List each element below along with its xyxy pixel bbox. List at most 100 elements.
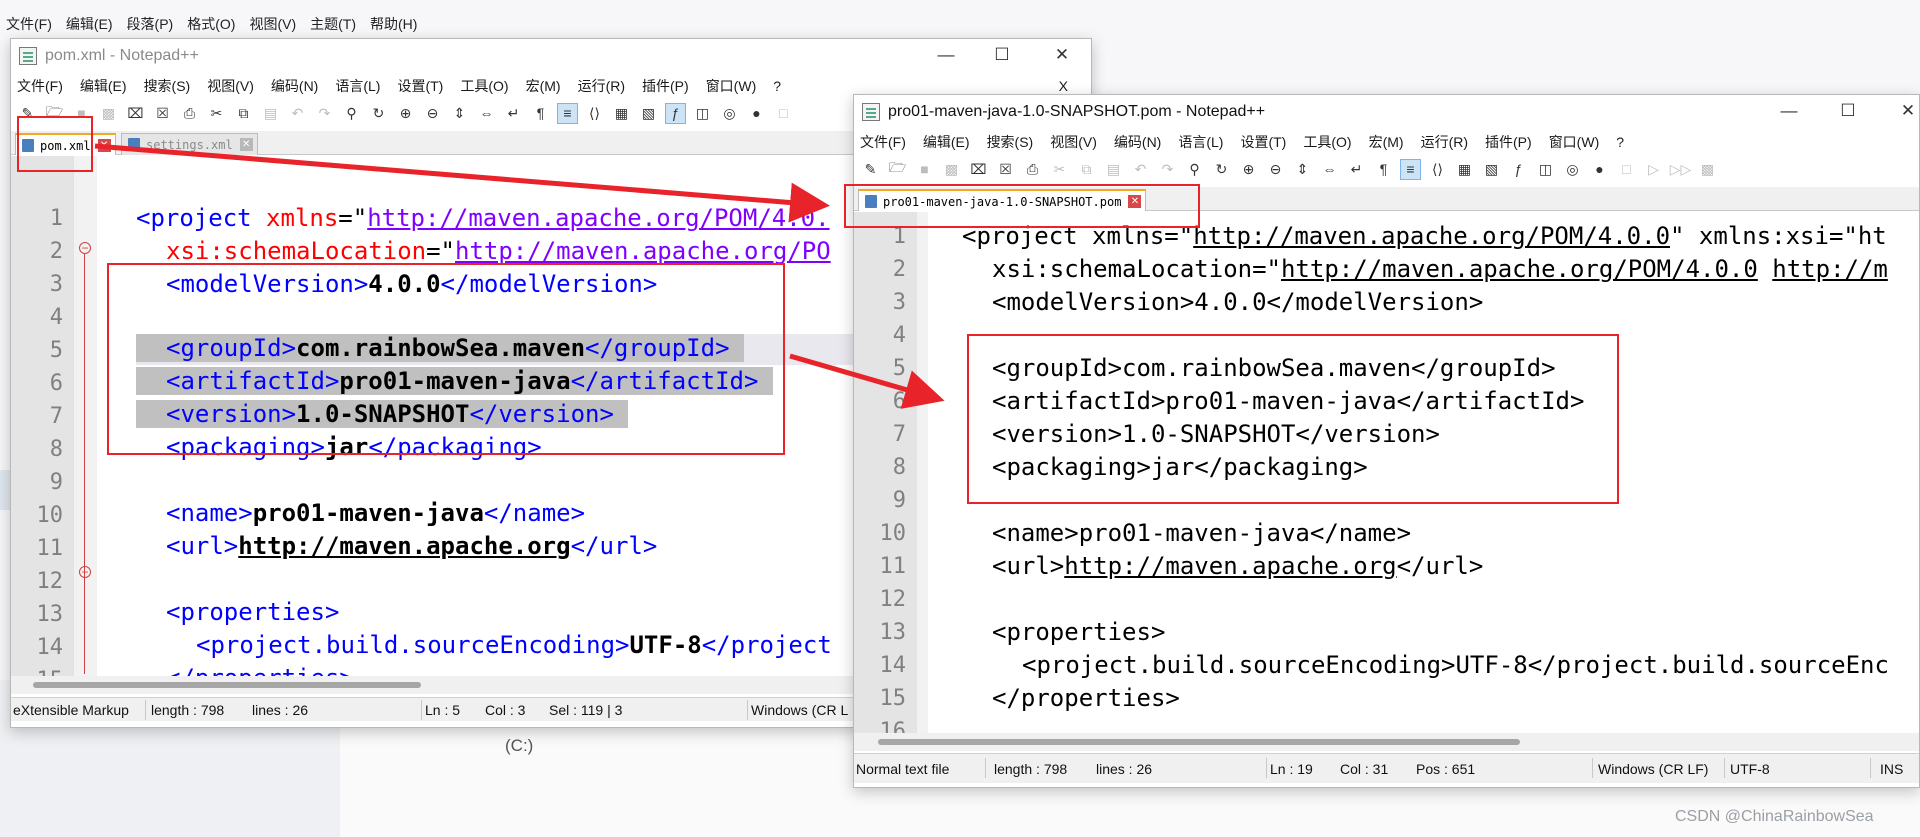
undo-icon[interactable]: ↶ [1130,159,1151,180]
xml-url[interactable]: http://maven.apache.org/PO [455,237,831,265]
print-icon[interactable]: ⎙ [179,103,200,124]
tab-close-icon[interactable]: ✕ [97,139,111,152]
replace-icon[interactable]: ↻ [368,103,389,124]
save-all-icon[interactable]: ▩ [941,159,962,180]
copy-icon[interactable]: ⧉ [233,103,254,124]
word-wrap-icon[interactable]: ↵ [503,103,524,124]
indent-guide-icon[interactable]: ≡ [1400,158,1421,180]
tab-close-icon[interactable]: ✕ [239,138,253,151]
menu-encoding[interactable]: 编码(N) [271,75,318,97]
fold-margin[interactable] [73,156,97,676]
folder-workspace-icon[interactable]: ◎ [1562,159,1583,180]
zoom-in-icon[interactable]: ⊕ [1238,159,1259,180]
save-all-icon[interactable]: ▩ [98,103,119,124]
menu-edit[interactable]: 编辑(E) [923,131,970,153]
bg-menu-help[interactable]: 帮助(H) [370,13,417,35]
zoom-out-icon[interactable]: ⊖ [422,103,443,124]
tab-settings-xml[interactable]: settings.xml ✕ [121,133,258,155]
document-list-icon[interactable]: ▧ [638,103,659,124]
bg-menu-file[interactable]: 文件(F) [6,13,52,35]
menu-help[interactable]: ? [1616,131,1624,153]
fold-margin[interactable] [916,212,928,733]
menu-help[interactable]: ? [773,75,781,97]
menu-encoding[interactable]: 编码(N) [1114,131,1161,153]
cut-icon[interactable]: ✂ [206,103,227,124]
document-map-icon[interactable]: ▦ [611,103,632,124]
menu-macro[interactable]: 宏(M) [1369,131,1404,153]
paste-icon[interactable]: ▤ [1103,159,1124,180]
show-all-chars-icon[interactable]: ¶ [1373,159,1394,180]
bg-menu-view[interactable]: 视图(V) [249,13,296,35]
close-icon[interactable]: ✕ [1897,101,1919,121]
copy-icon[interactable]: ⧉ [1076,159,1097,180]
find-icon[interactable]: ⚲ [341,103,362,124]
find-icon[interactable]: ⚲ [1184,159,1205,180]
menu-macro[interactable]: 宏(M) [526,75,561,97]
play-macro-icon[interactable]: ▷ [1643,159,1664,180]
redo-icon[interactable]: ↷ [314,103,335,124]
xml-url[interactable]: http://maven.apache.org [1064,552,1396,580]
close-icon[interactable]: ✕ [1051,45,1073,65]
menu-window[interactable]: 窗口(W) [1549,131,1600,153]
fold-minus-icon[interactable]: − [79,242,91,254]
menu-plugins[interactable]: 插件(P) [642,75,689,97]
menu-file[interactable]: 文件(F) [17,75,63,97]
menu-language[interactable]: 语言(L) [1178,131,1223,153]
print-icon[interactable]: ⎙ [1022,159,1043,180]
scrollbar-thumb[interactable] [33,682,421,688]
function-list-icon[interactable]: ƒ [665,102,686,124]
record-macro-icon[interactable]: ● [1589,159,1610,180]
new-file-icon[interactable]: ✎ [860,159,881,180]
monitor-icon[interactable]: ◫ [1535,159,1556,180]
language-tag-icon[interactable]: ⟨⟩ [1427,159,1448,180]
open-file-icon[interactable]: 🗁 [887,159,908,180]
right-titlebar[interactable]: pro01-maven-java-1.0-SNAPSHOT.pom - Note… [854,95,1919,129]
stop-macro-icon[interactable]: □ [1616,159,1637,180]
sync-vertical-icon[interactable]: ⇕ [449,103,470,124]
zoom-out-icon[interactable]: ⊖ [1265,159,1286,180]
menu-run[interactable]: 运行(R) [578,75,625,97]
indent-guide-icon[interactable]: ≡ [557,102,578,124]
language-tag-icon[interactable]: ⟨⟩ [584,103,605,124]
scrollbar-thumb[interactable] [878,739,1520,745]
xml-url[interactable]: http://maven.apache.org [238,532,570,560]
show-all-chars-icon[interactable]: ¶ [530,103,551,124]
minimize-icon[interactable]: — [1778,101,1800,121]
xml-url[interactable]: http://m [1772,255,1888,283]
close-file-icon[interactable]: ⌧ [968,159,989,180]
folder-workspace-icon[interactable]: ◎ [719,103,740,124]
maximize-icon[interactable]: ☐ [991,45,1013,65]
monitor-icon[interactable]: ◫ [692,103,713,124]
save-icon[interactable]: ■ [914,159,935,180]
redo-icon[interactable]: ↷ [1157,159,1178,180]
menu-plugins[interactable]: 插件(P) [1485,131,1532,153]
bg-menu-theme[interactable]: 主题(T) [310,13,356,35]
menu-settings[interactable]: 设置(T) [397,75,443,97]
menu-search[interactable]: 搜索(S) [144,75,191,97]
menu-language[interactable]: 语言(L) [335,75,380,97]
play-multiple-icon[interactable]: ▷▷ [1670,159,1692,180]
close-all-icon[interactable]: ☒ [995,159,1016,180]
replace-icon[interactable]: ↻ [1211,159,1232,180]
xml-url[interactable]: http://maven.apache.org/POM/4.0.0 [1193,222,1670,250]
right-horizontal-scrollbar[interactable] [854,733,1919,751]
menu-tools[interactable]: 工具(O) [1303,131,1351,153]
bg-menu-paragraph[interactable]: 段落(P) [127,13,174,35]
sync-vertical-icon[interactable]: ⇕ [1292,159,1313,180]
menu-file[interactable]: 文件(F) [860,131,906,153]
menu-view[interactable]: 视图(V) [1050,131,1097,153]
menu-view[interactable]: 视图(V) [207,75,254,97]
menu-tools[interactable]: 工具(O) [460,75,508,97]
document-list-icon[interactable]: ▧ [1481,159,1502,180]
menu-settings[interactable]: 设置(T) [1240,131,1286,153]
fold-minus-icon[interactable]: − [79,566,91,578]
menu-run[interactable]: 运行(R) [1421,131,1468,153]
bg-menu-format[interactable]: 格式(O) [187,13,235,35]
menu-search[interactable]: 搜索(S) [987,131,1034,153]
cut-icon[interactable]: ✂ [1049,159,1070,180]
xml-url[interactable]: http://maven.apache.org/POM/4.0.0 [1281,255,1758,283]
paste-icon[interactable]: ▤ [260,103,281,124]
word-wrap-icon[interactable]: ↵ [1346,159,1367,180]
zoom-in-icon[interactable]: ⊕ [395,103,416,124]
close-all-icon[interactable]: ☒ [152,103,173,124]
